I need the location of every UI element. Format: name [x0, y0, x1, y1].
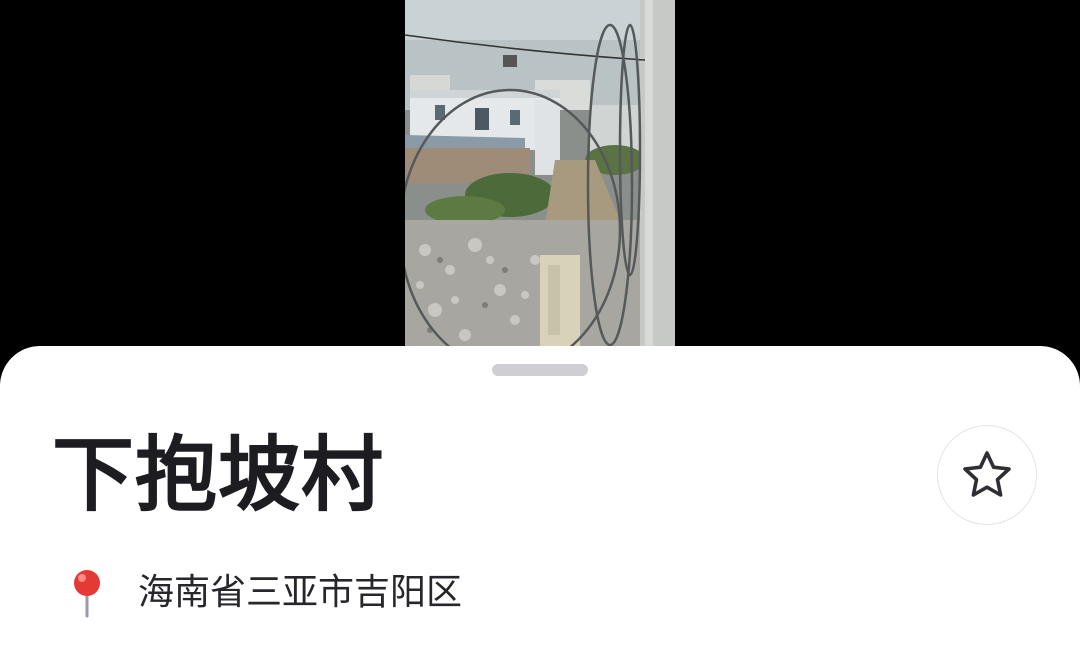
place-title: 下抱坡村 — [52, 428, 385, 523]
red-map-pin-icon — [74, 570, 100, 618]
place-address: 海南省三亚市吉阳区 — [138, 572, 463, 613]
sheet-drag-handle[interactable] — [492, 364, 588, 376]
village-photo — [405, 0, 675, 348]
place-detail-sheet: 下抱坡村 海南省三亚市吉阳区 — [0, 346, 1080, 660]
place-video-frame[interactable] — [405, 0, 675, 348]
star-outline-icon — [963, 451, 1011, 497]
place-detail-screen: 下抱坡村 海南省三亚市吉阳区 — [0, 0, 1080, 660]
address-row: 海南省三亚市吉阳区 — [66, 568, 462, 618]
favorite-button[interactable] — [937, 425, 1037, 525]
